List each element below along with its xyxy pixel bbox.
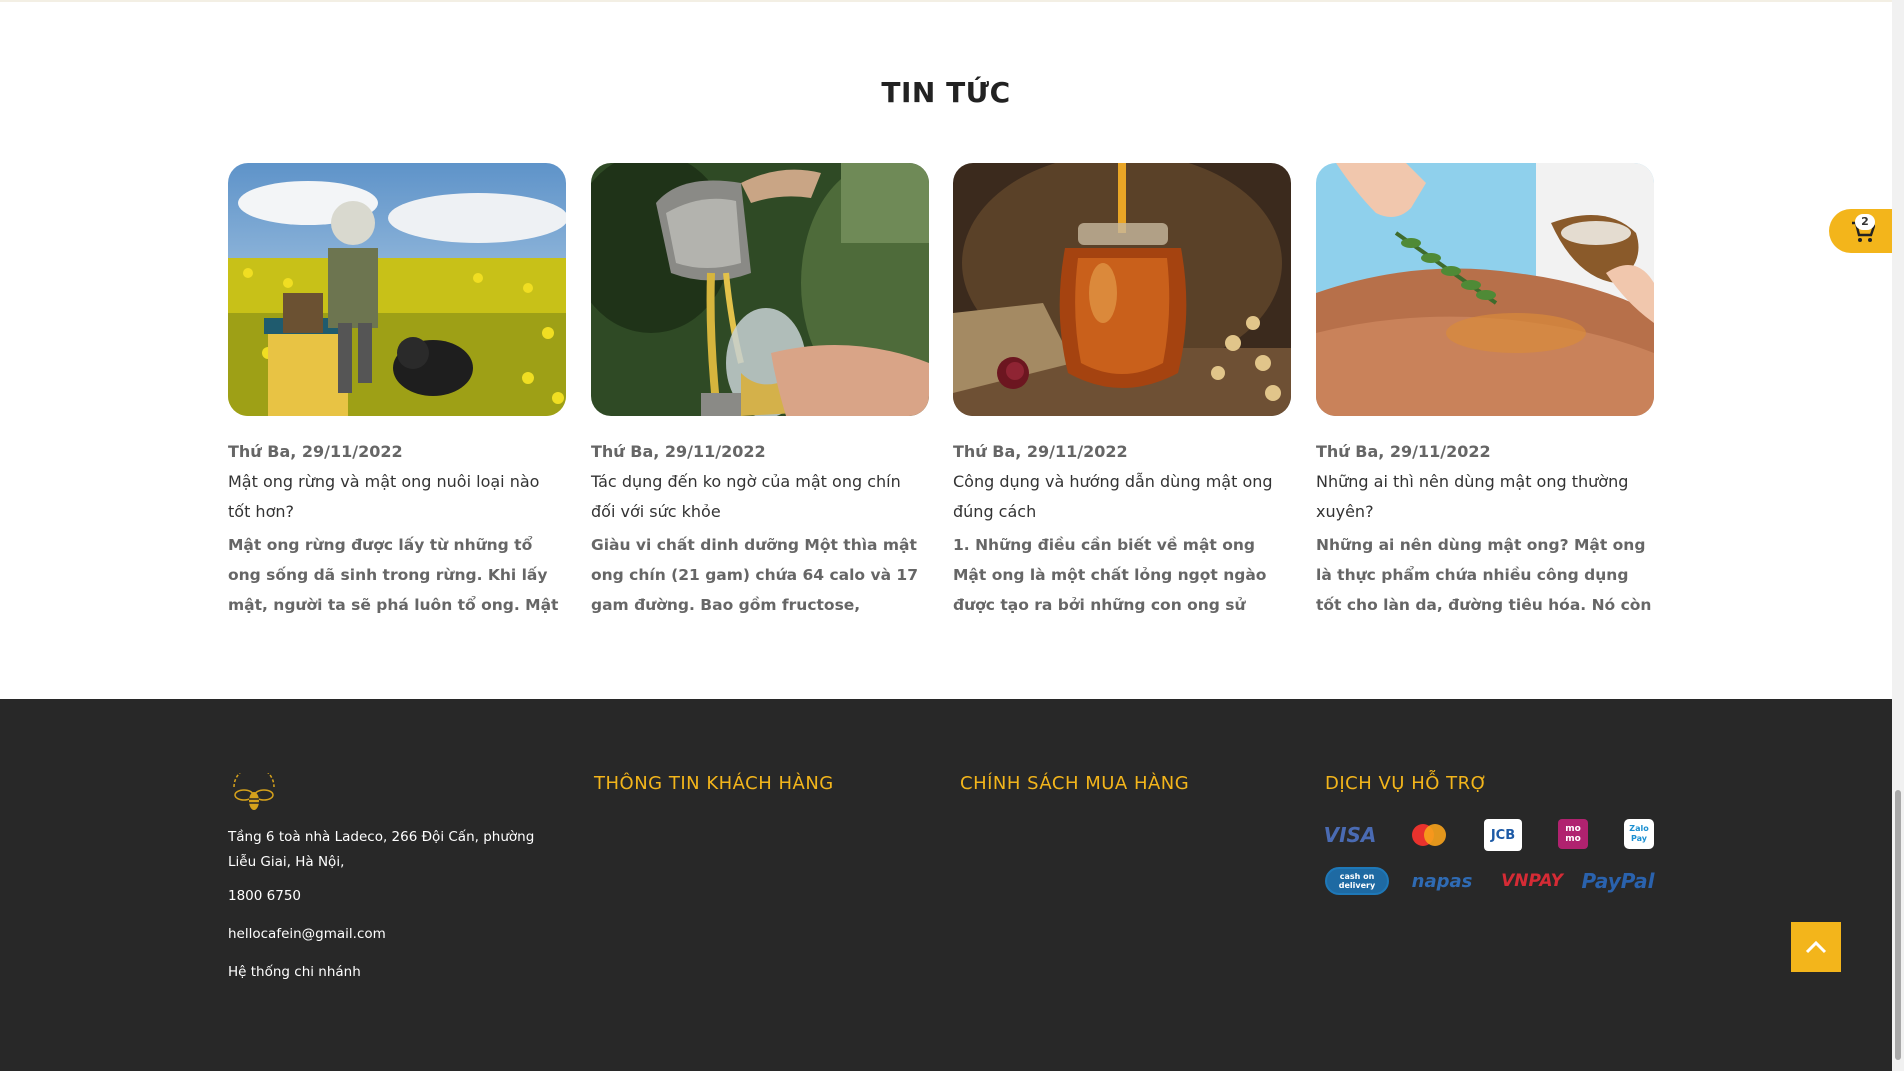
top-divider bbox=[0, 0, 1892, 2]
momo-logo: mo mo bbox=[1558, 819, 1588, 849]
page-scrollbar[interactable] bbox=[1892, 0, 1904, 1071]
paypal-logo: PayPal bbox=[1581, 869, 1655, 893]
footer-branch-link[interactable]: Hệ thống chi nhánh bbox=[228, 964, 361, 980]
news-card[interactable]: Thứ Ba, 29/11/2022 Công dụng và hướng dẫ… bbox=[953, 163, 1291, 620]
news-date: Thứ Ba, 29/11/2022 bbox=[1316, 442, 1491, 461]
scrollbar-thumb[interactable] bbox=[1895, 790, 1901, 1060]
footer-support-title: DỊCH VỤ HỖ TRỢ bbox=[1325, 773, 1488, 794]
news-section-title: TIN TỨC bbox=[881, 76, 1011, 109]
news-card[interactable]: Thứ Ba, 29/11/2022 Mật ong rừng và mật o… bbox=[228, 163, 566, 620]
news-title-link[interactable]: Mật ong rừng và mật ong nuôi loại nào tố… bbox=[228, 467, 566, 527]
news-card[interactable]: Thứ Ba, 29/11/2022 Những ai thì nên dùng… bbox=[1316, 163, 1654, 620]
jcb-logo: JCB bbox=[1484, 819, 1522, 851]
footer-email[interactable]: hellocafein@gmail.com bbox=[228, 926, 386, 942]
news-summary: 1. Những điều cần biết về mật ong Mật on… bbox=[953, 536, 1267, 614]
news-image-honey-jar[interactable] bbox=[953, 163, 1291, 416]
footer-customer-info-title: THÔNG TIN KHÁCH HÀNG bbox=[594, 773, 834, 794]
zalopay-logo: Zalo Pay bbox=[1624, 819, 1654, 849]
vnpay-logo: VNPAY bbox=[1501, 871, 1563, 891]
news-summary: Giàu vi chất dinh dưỡng Một thìa mật ong… bbox=[591, 536, 918, 614]
footer: Tầng 6 toà nhà Ladeco, 266 Đội Cấn, phườ… bbox=[0, 699, 1892, 1071]
chevron-up-icon bbox=[1805, 940, 1827, 954]
news-image-beekeeper[interactable] bbox=[228, 163, 566, 416]
news-image-honey-massage[interactable] bbox=[1316, 163, 1654, 416]
news-title-link[interactable]: Tác dụng đến ko ngờ của mật ong chín đối… bbox=[591, 467, 929, 527]
news-date: Thứ Ba, 29/11/2022 bbox=[591, 442, 766, 461]
napas-logo: napas bbox=[1411, 870, 1473, 892]
cod-logo: cash on delivery bbox=[1325, 867, 1389, 895]
back-to-top-button[interactable] bbox=[1791, 922, 1841, 972]
page: TIN TỨC Thứ Ba, 29/11/2022 Mật ong rừng … bbox=[0, 0, 1904, 1071]
mastercard-logo bbox=[1407, 821, 1451, 849]
news-card[interactable]: Thứ Ba, 29/11/2022 Tác dụng đến ko ngờ c… bbox=[591, 163, 929, 620]
brand-logo[interactable] bbox=[228, 766, 280, 813]
news-summary: Mật ong rừng được lấy từ những tổ ong số… bbox=[228, 536, 559, 614]
news-title-link[interactable]: Công dụng và hướng dẫn dùng mật ong đúng… bbox=[953, 467, 1291, 527]
news-title-link[interactable]: Những ai thì nên dùng mật ong thường xuy… bbox=[1316, 467, 1654, 527]
footer-purchase-policy-title: CHÍNH SÁCH MUA HÀNG bbox=[960, 773, 1190, 794]
news-summary: Những ai nên dùng mật ong? Mật ong là th… bbox=[1316, 536, 1652, 614]
visa-logo: VISA bbox=[1323, 823, 1377, 847]
news-image-pouring-honey[interactable] bbox=[591, 163, 929, 416]
news-date: Thứ Ba, 29/11/2022 bbox=[953, 442, 1128, 461]
footer-address: Tầng 6 toà nhà Ladeco, 266 Đội Cấn, phườ… bbox=[228, 829, 535, 870]
cart-count-badge: 2 bbox=[1855, 214, 1875, 230]
news-date: Thứ Ba, 29/11/2022 bbox=[228, 442, 403, 461]
footer-phone[interactable]: 1800 6750 bbox=[228, 888, 301, 904]
